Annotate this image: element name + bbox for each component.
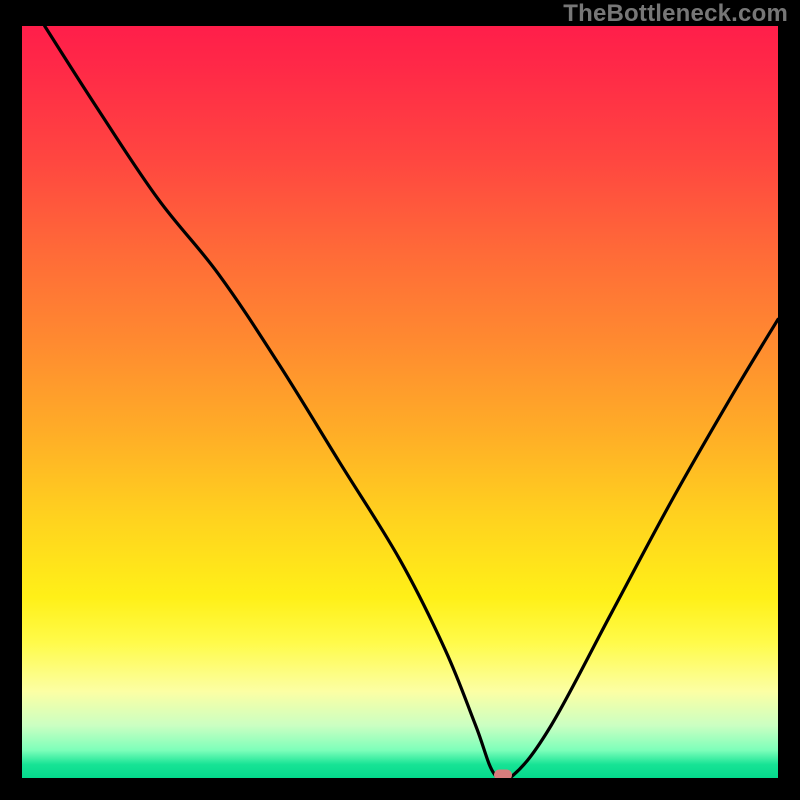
watermark-label: TheBottleneck.com	[563, 0, 788, 28]
optimal-point-marker	[494, 769, 512, 778]
plot-area	[22, 26, 778, 778]
bottleneck-curve	[22, 26, 778, 778]
chart-root: TheBottleneck.com	[0, 0, 800, 800]
